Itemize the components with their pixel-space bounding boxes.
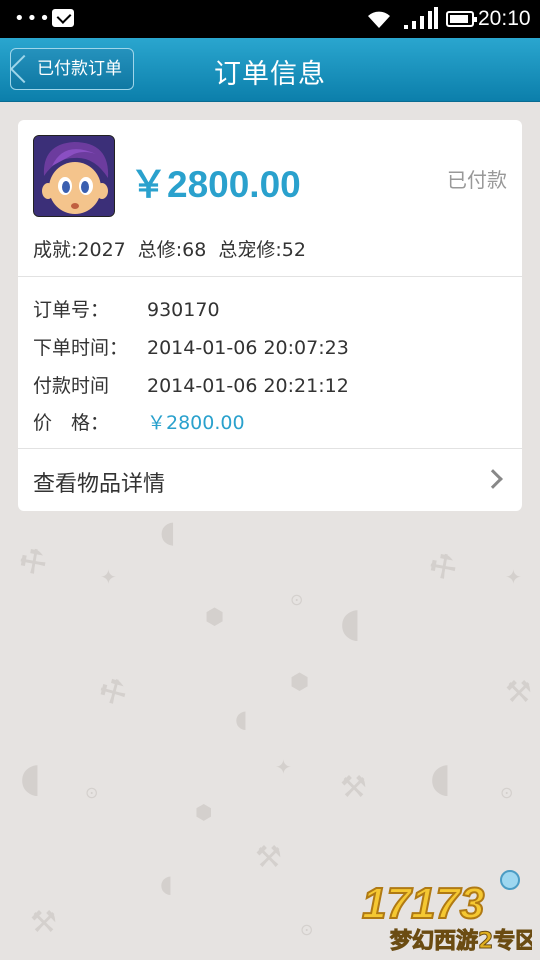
order-number-value: 930170	[147, 299, 220, 321]
status-time: 20:10	[478, 7, 531, 30]
wifi-icon	[368, 11, 390, 28]
divider	[18, 448, 522, 449]
character-portrait	[34, 136, 114, 216]
bean-icon: ◖	[160, 515, 176, 550]
order-total-price: ￥2800.00	[130, 164, 301, 205]
bean-icon: ◖	[235, 705, 248, 733]
order-number-label: 订单号：	[33, 299, 110, 321]
bean-icon: ◖	[340, 600, 362, 646]
title-bar: 已付款订单 订单信息	[0, 38, 540, 102]
price-row: 价 格： ￥2800.00	[33, 408, 245, 435]
hammer-icon: ⚒	[255, 840, 282, 875]
bean-icon: ◖	[20, 755, 42, 801]
gem-icon: ⬢	[195, 800, 213, 824]
dot-icon: ⊙	[300, 920, 314, 939]
signal-icon	[404, 7, 438, 29]
order-time-label: 下单时间：	[33, 337, 129, 359]
dot-icon: ⊙	[290, 590, 304, 609]
more-icon: •••	[14, 8, 52, 29]
gem-icon: ⬢	[205, 605, 225, 630]
payment-time-value: 2014-01-06 20:21:12	[147, 375, 349, 397]
order-card: ￥2800.00 已付款 成就:2027 总修:68 总宠修:52 订单号： 9301…	[18, 120, 522, 511]
bean-icon: ◖	[160, 870, 173, 898]
order-time-value: 2014-01-06 20:07:23	[147, 337, 349, 359]
price-value: ￥2800.00	[147, 412, 245, 434]
payment-time-row: 付款时间 2014-01-06 20:21:12	[33, 371, 349, 398]
sparkle-icon: ✦	[505, 565, 522, 589]
hammer-icon: ⚒	[422, 545, 465, 590]
sparkle-icon: ✦	[100, 565, 117, 589]
gem-icon: ⬢	[290, 670, 310, 695]
item-avatar	[33, 135, 115, 217]
payment-time-label: 付款时间	[33, 375, 110, 397]
page-title: 订单信息	[214, 59, 326, 90]
watermark-logo: 17173 梦幻西游2专区	[361, 870, 532, 954]
dot-icon: ⊙	[85, 783, 99, 802]
stat-achievement: 成就:2027	[33, 239, 126, 261]
status-bar: ••• 20:10	[0, 0, 540, 38]
battery-icon	[446, 11, 477, 27]
sparkle-icon: ✦	[275, 755, 292, 779]
hammer-icon: ⚒	[340, 770, 367, 805]
status-badge: 已付款	[447, 168, 507, 192]
view-item-details-label: 查看物品详情	[33, 472, 166, 497]
view-item-details-link[interactable]: 查看物品详情	[18, 450, 522, 511]
mail-icon	[52, 9, 74, 27]
price-label: 价 格：	[33, 412, 110, 434]
order-time-row: 下单时间： 2014-01-06 20:07:23	[33, 333, 349, 360]
hammer-icon: ⚒	[12, 540, 55, 585]
order-number-row: 订单号： 930170	[33, 295, 220, 322]
bean-icon: ◖	[430, 755, 452, 801]
watermark-subtext: 梦幻西游2专区	[390, 928, 532, 954]
character-stats: 成就:2027 总修:68 总宠修:52	[33, 235, 318, 262]
hammer-icon: ⚒	[505, 675, 532, 710]
stat-total-cultivation: 总修:68	[137, 239, 207, 261]
hammer-icon: ⚒	[30, 905, 57, 940]
hammer-icon: ⚒	[93, 670, 134, 715]
watermark-text: 17173	[362, 879, 484, 928]
divider	[18, 276, 522, 277]
chevron-right-icon	[483, 469, 503, 489]
stat-total-pet-cultivation: 总宠修:52	[218, 239, 306, 261]
dot-icon: ⊙	[500, 783, 514, 802]
